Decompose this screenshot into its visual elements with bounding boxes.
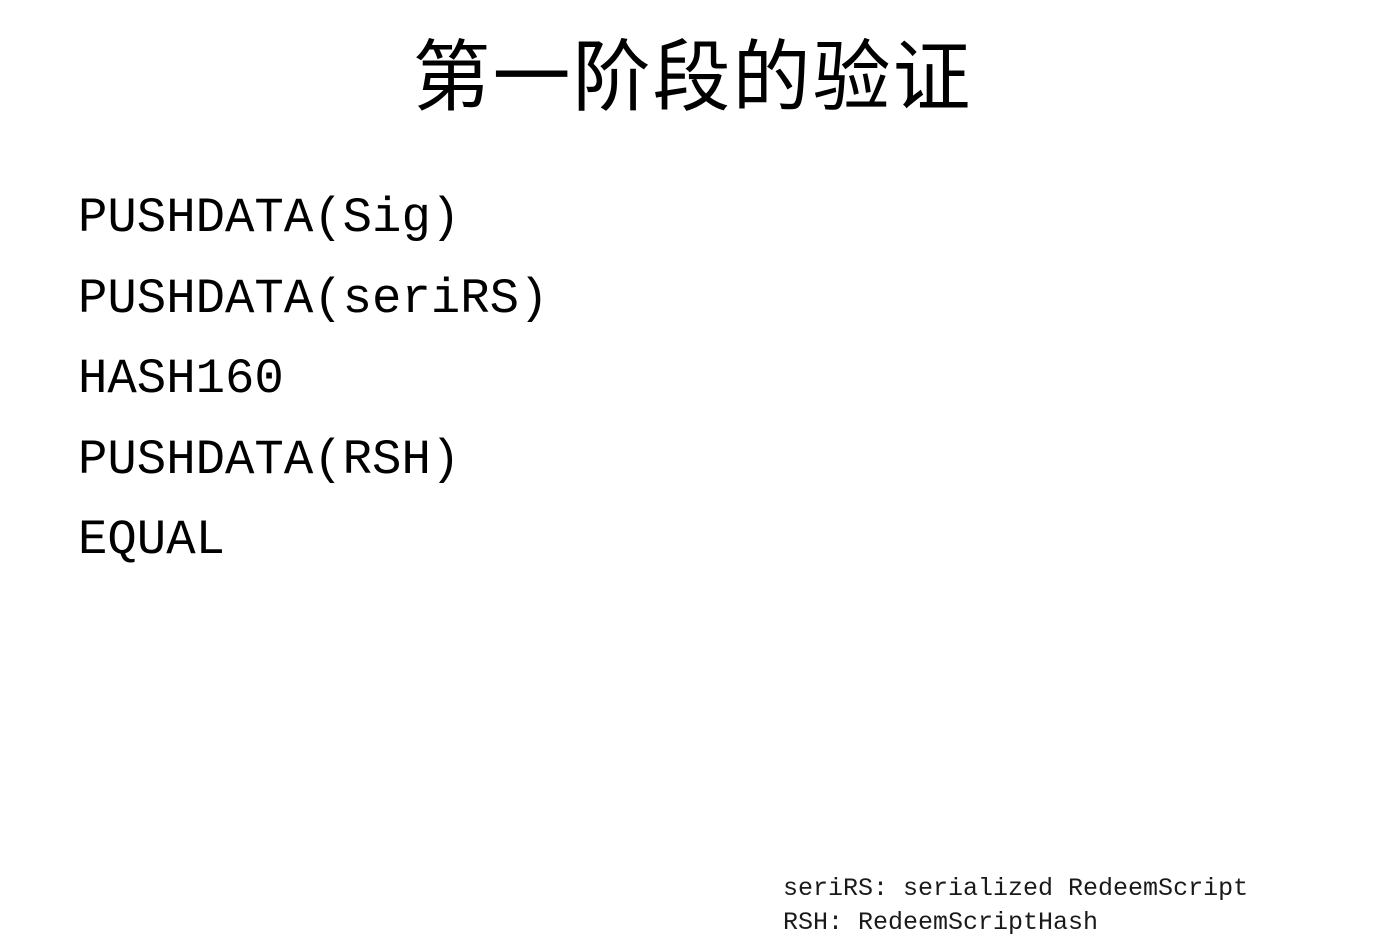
script-op-line: PUSHDATA(seriRS) bbox=[78, 270, 549, 327]
footnote-line: seriRS: serialized RedeemScript bbox=[783, 874, 1249, 903]
slide: 第一阶段的验证 PUSHDATA(Sig) PUSHDATA(seriRS) H… bbox=[0, 0, 1385, 942]
script-op-line: EQUAL bbox=[78, 512, 226, 568]
footnote-line: RSH: RedeemScriptHash bbox=[783, 908, 1099, 937]
footnote-legend: seriRS: serialized RedeemScript RSH: Red… bbox=[783, 872, 1248, 940]
slide-title: 第一阶段的验证 bbox=[412, 33, 973, 123]
script-op-line: PUSHDATA(RSH) bbox=[78, 431, 461, 488]
script-op-list: PUSHDATA(Sig) PUSHDATA(seriRS) HASH160 P… bbox=[78, 178, 548, 581]
script-op-line: PUSHDATA(Sig) bbox=[78, 190, 461, 246]
script-op-line: HASH160 bbox=[78, 351, 284, 407]
